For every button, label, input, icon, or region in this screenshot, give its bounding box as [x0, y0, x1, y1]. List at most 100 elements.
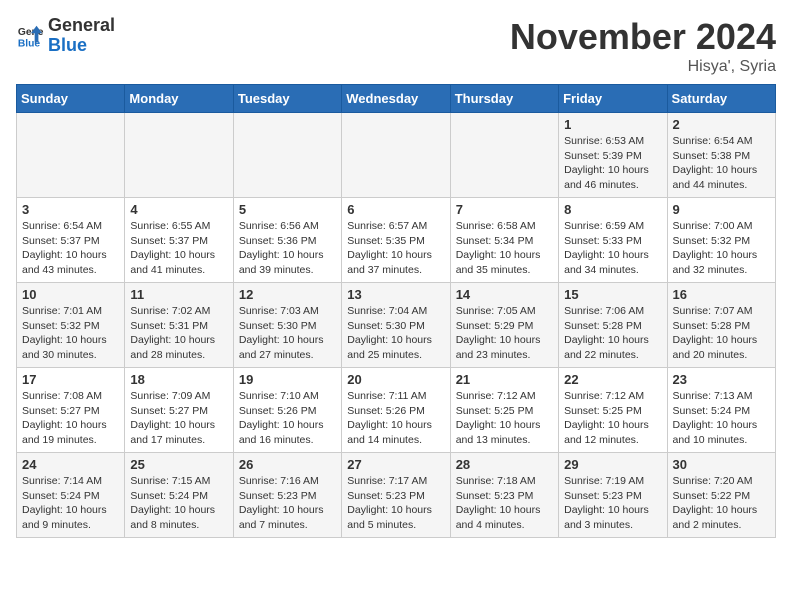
calendar-cell: 24Sunrise: 7:14 AM Sunset: 5:24 PM Dayli… [17, 453, 125, 538]
day-number: 18 [130, 372, 227, 387]
day-number: 10 [22, 287, 119, 302]
calendar-cell: 1Sunrise: 6:53 AM Sunset: 5:39 PM Daylig… [559, 113, 667, 198]
day-info: Sunrise: 6:54 AM Sunset: 5:37 PM Dayligh… [22, 219, 119, 278]
day-number: 29 [564, 457, 661, 472]
day-number: 15 [564, 287, 661, 302]
weekday-header: Saturday [667, 85, 775, 113]
calendar-table: SundayMondayTuesdayWednesdayThursdayFrid… [16, 84, 776, 538]
weekday-header: Tuesday [233, 85, 341, 113]
day-info: Sunrise: 7:09 AM Sunset: 5:27 PM Dayligh… [130, 389, 227, 448]
page-header: General Blue General Blue November 2024 … [16, 16, 776, 76]
calendar-cell: 3 Sunrise: 6:54 AM Sunset: 5:37 PM Daylig… [17, 198, 125, 283]
day-info: Sunrise: 7:12 AM Sunset: 5:25 PM Dayligh… [456, 389, 553, 448]
day-number: 9 [673, 202, 770, 217]
weekday-header: Sunday [17, 85, 125, 113]
calendar-week-row: 17 Sunrise: 7:08 AM Sunset: 5:27 PM Dayli… [17, 368, 776, 453]
day-number: 7 [456, 202, 553, 217]
logo-icon: General Blue [16, 22, 44, 50]
weekday-header: Wednesday [342, 85, 450, 113]
location: Hisya', Syria [510, 58, 776, 76]
calendar-cell: 2 Sunrise: 6:54 AM Sunset: 5:38 PM Daylig… [667, 113, 775, 198]
day-info: Sunrise: 7:19 AM Sunset: 5:23 PM Dayligh… [564, 474, 661, 533]
day-number: 30 [673, 457, 770, 472]
day-number: 2 [673, 117, 770, 132]
calendar-cell: 26 Sunrise: 7:16 AM Sunset: 5:23 PM Dayli… [233, 453, 341, 538]
calendar-week-row: 24Sunrise: 7:14 AM Sunset: 5:24 PM Dayli… [17, 453, 776, 538]
calendar-cell: 6Sunrise: 6:57 AM Sunset: 5:35 PM Daylig… [342, 198, 450, 283]
calendar-cell [450, 113, 558, 198]
day-info: Sunrise: 7:17 AM Sunset: 5:23 PM Dayligh… [347, 474, 444, 533]
day-number: 24 [22, 457, 119, 472]
day-number: 13 [347, 287, 444, 302]
day-number: 5 [239, 202, 336, 217]
day-number: 12 [239, 287, 336, 302]
day-number: 1 [564, 117, 661, 132]
day-number: 17 [22, 372, 119, 387]
day-number: 21 [456, 372, 553, 387]
day-info: Sunrise: 6:57 AM Sunset: 5:35 PM Dayligh… [347, 219, 444, 278]
calendar-cell [233, 113, 341, 198]
day-info: Sunrise: 7:20 AM Sunset: 5:22 PM Dayligh… [673, 474, 770, 533]
calendar-cell: 23Sunrise: 7:13 AM Sunset: 5:24 PM Dayli… [667, 368, 775, 453]
day-number: 14 [456, 287, 553, 302]
weekday-header: Thursday [450, 85, 558, 113]
calendar-cell: 15 Sunrise: 7:06 AM Sunset: 5:28 PM Dayli… [559, 283, 667, 368]
day-info: Sunrise: 7:06 AM Sunset: 5:28 PM Dayligh… [564, 304, 661, 363]
calendar-cell: 4 Sunrise: 6:55 AM Sunset: 5:37 PM Daylig… [125, 198, 233, 283]
day-info: Sunrise: 7:08 AM Sunset: 5:27 PM Dayligh… [22, 389, 119, 448]
calendar-cell [342, 113, 450, 198]
calendar-cell: 9 Sunrise: 7:00 AM Sunset: 5:32 PM Daylig… [667, 198, 775, 283]
day-info: Sunrise: 6:56 AM Sunset: 5:36 PM Dayligh… [239, 219, 336, 278]
day-number: 23 [673, 372, 770, 387]
day-number: 22 [564, 372, 661, 387]
day-info: Sunrise: 6:55 AM Sunset: 5:37 PM Dayligh… [130, 219, 227, 278]
calendar-cell: 8 Sunrise: 6:59 AM Sunset: 5:33 PM Daylig… [559, 198, 667, 283]
calendar-week-row: 3 Sunrise: 6:54 AM Sunset: 5:37 PM Daylig… [17, 198, 776, 283]
day-number: 25 [130, 457, 227, 472]
day-info: Sunrise: 6:58 AM Sunset: 5:34 PM Dayligh… [456, 219, 553, 278]
calendar-cell: 5 Sunrise: 6:56 AM Sunset: 5:36 PM Daylig… [233, 198, 341, 283]
calendar-cell: 20 Sunrise: 7:11 AM Sunset: 5:26 PM Dayli… [342, 368, 450, 453]
day-number: 4 [130, 202, 227, 217]
calendar-cell: 14 Sunrise: 7:05 AM Sunset: 5:29 PM Dayli… [450, 283, 558, 368]
calendar-cell: 29 Sunrise: 7:19 AM Sunset: 5:23 PM Dayli… [559, 453, 667, 538]
calendar-cell: 11Sunrise: 7:02 AM Sunset: 5:31 PM Dayli… [125, 283, 233, 368]
day-number: 3 [22, 202, 119, 217]
logo-text: General Blue [48, 16, 115, 56]
day-info: Sunrise: 7:16 AM Sunset: 5:23 PM Dayligh… [239, 474, 336, 533]
calendar-cell: 18 Sunrise: 7:09 AM Sunset: 5:27 PM Dayli… [125, 368, 233, 453]
calendar-week-row: 1Sunrise: 6:53 AM Sunset: 5:39 PM Daylig… [17, 113, 776, 198]
logo: General Blue General Blue [16, 16, 115, 56]
calendar-cell: 13 Sunrise: 7:04 AM Sunset: 5:30 PM Dayli… [342, 283, 450, 368]
day-info: Sunrise: 7:15 AM Sunset: 5:24 PM Dayligh… [130, 474, 227, 533]
weekday-header: Friday [559, 85, 667, 113]
day-info: Sunrise: 6:59 AM Sunset: 5:33 PM Dayligh… [564, 219, 661, 278]
calendar-cell [125, 113, 233, 198]
day-number: 11 [130, 287, 227, 302]
day-number: 20 [347, 372, 444, 387]
calendar-cell: 19Sunrise: 7:10 AM Sunset: 5:26 PM Dayli… [233, 368, 341, 453]
day-info: Sunrise: 6:54 AM Sunset: 5:38 PM Dayligh… [673, 134, 770, 193]
calendar-cell: 17 Sunrise: 7:08 AM Sunset: 5:27 PM Dayli… [17, 368, 125, 453]
calendar-cell: 30 Sunrise: 7:20 AM Sunset: 5:22 PM Dayli… [667, 453, 775, 538]
calendar-cell: 22Sunrise: 7:12 AM Sunset: 5:25 PM Dayli… [559, 368, 667, 453]
day-info: Sunrise: 7:04 AM Sunset: 5:30 PM Dayligh… [347, 304, 444, 363]
calendar-cell [17, 113, 125, 198]
calendar-cell: 12 Sunrise: 7:03 AM Sunset: 5:30 PM Dayli… [233, 283, 341, 368]
weekday-header: Monday [125, 85, 233, 113]
calendar-cell: 21 Sunrise: 7:12 AM Sunset: 5:25 PM Dayli… [450, 368, 558, 453]
month-title: November 2024 [510, 16, 776, 58]
day-info: Sunrise: 7:11 AM Sunset: 5:26 PM Dayligh… [347, 389, 444, 448]
day-number: 28 [456, 457, 553, 472]
day-info: Sunrise: 7:18 AM Sunset: 5:23 PM Dayligh… [456, 474, 553, 533]
day-number: 26 [239, 457, 336, 472]
day-info: Sunrise: 7:01 AM Sunset: 5:32 PM Dayligh… [22, 304, 119, 363]
header-row: SundayMondayTuesdayWednesdayThursdayFrid… [17, 85, 776, 113]
calendar-cell: 7 Sunrise: 6:58 AM Sunset: 5:34 PM Daylig… [450, 198, 558, 283]
calendar-cell: 27Sunrise: 7:17 AM Sunset: 5:23 PM Dayli… [342, 453, 450, 538]
day-info: Sunrise: 7:00 AM Sunset: 5:32 PM Dayligh… [673, 219, 770, 278]
day-number: 8 [564, 202, 661, 217]
day-info: Sunrise: 7:05 AM Sunset: 5:29 PM Dayligh… [456, 304, 553, 363]
day-info: Sunrise: 7:03 AM Sunset: 5:30 PM Dayligh… [239, 304, 336, 363]
calendar-week-row: 10 Sunrise: 7:01 AM Sunset: 5:32 PM Dayli… [17, 283, 776, 368]
